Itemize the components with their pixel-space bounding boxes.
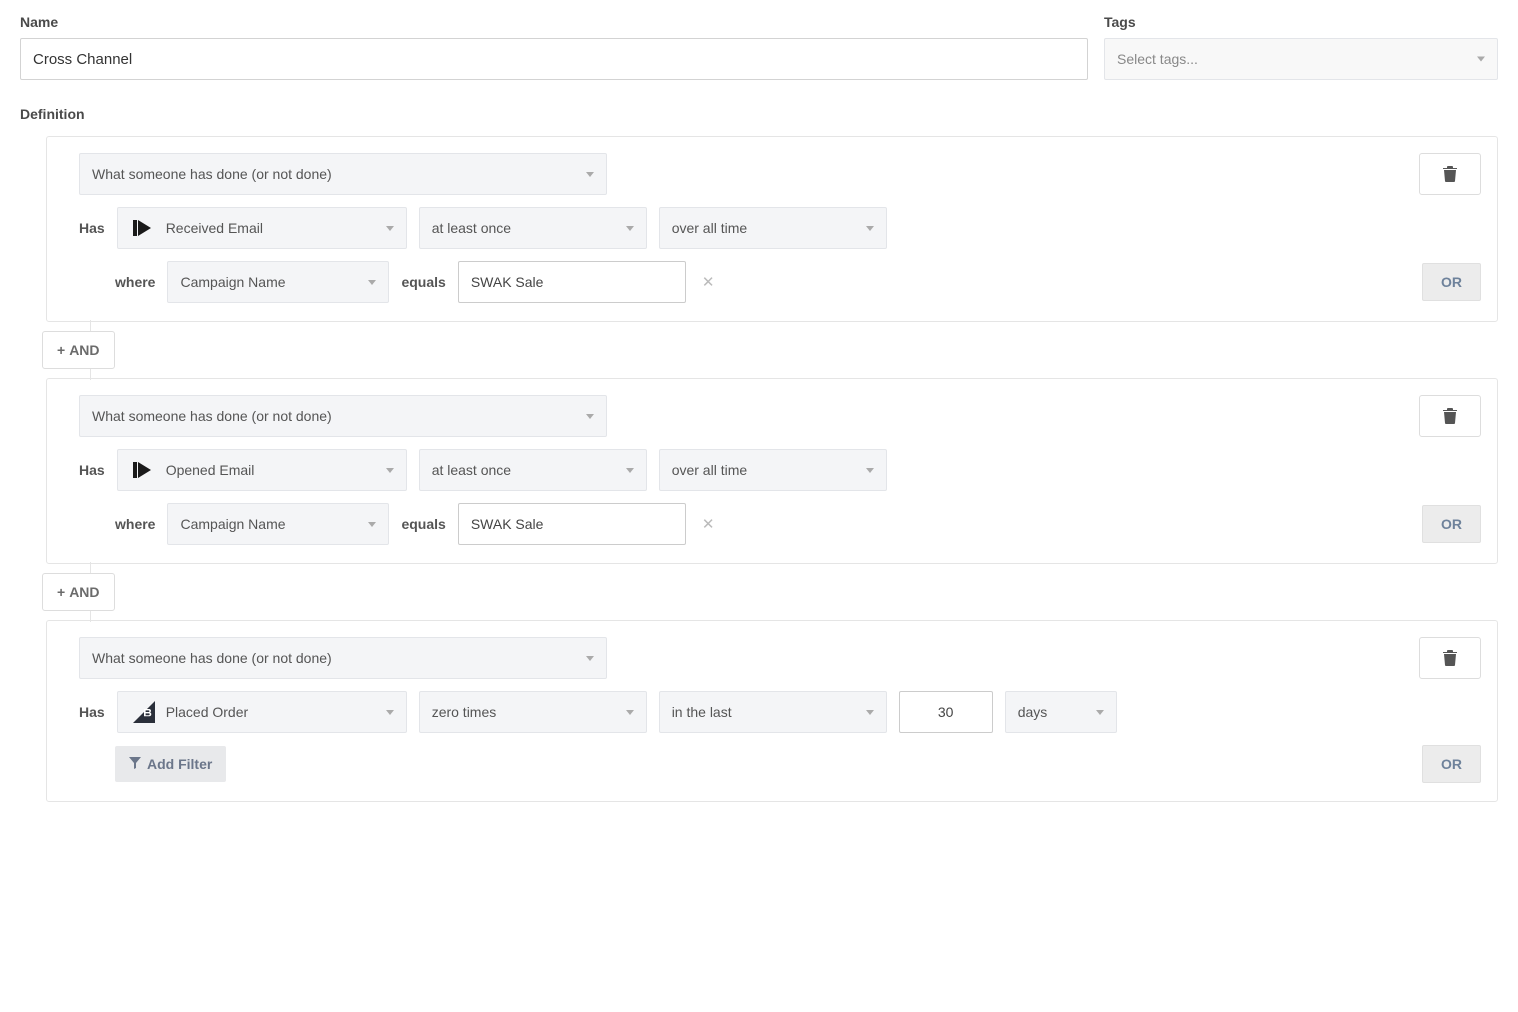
condition-type-value: What someone has done (or not done) bbox=[92, 408, 332, 424]
chevron-down-icon bbox=[386, 226, 394, 231]
chevron-down-icon bbox=[1096, 710, 1104, 715]
frequency-value: at least once bbox=[432, 220, 511, 236]
where-label: where bbox=[115, 516, 155, 532]
klaviyo-icon bbox=[130, 456, 158, 484]
chevron-down-icon bbox=[586, 414, 594, 419]
condition-card: What someone has done (or not done) Has … bbox=[46, 378, 1498, 564]
period-value: over all time bbox=[672, 462, 747, 478]
time-units-select[interactable]: days bbox=[1005, 691, 1117, 733]
condition-type-value: What someone has done (or not done) bbox=[92, 650, 332, 666]
chevron-down-icon bbox=[368, 280, 376, 285]
filter-value-input[interactable]: SWAK Sale bbox=[458, 503, 686, 545]
chevron-down-icon bbox=[626, 226, 634, 231]
property-value: Campaign Name bbox=[180, 516, 285, 532]
condition-type-select[interactable]: What someone has done (or not done) bbox=[79, 395, 607, 437]
chevron-down-icon bbox=[626, 468, 634, 473]
event-value: Opened Email bbox=[166, 462, 255, 478]
plus-icon: + bbox=[57, 342, 65, 358]
chevron-down-icon bbox=[866, 468, 874, 473]
has-label: Has bbox=[79, 704, 105, 720]
filter-value-input[interactable]: SWAK Sale bbox=[458, 261, 686, 303]
chevron-down-icon bbox=[368, 522, 376, 527]
or-button[interactable]: OR bbox=[1422, 505, 1481, 543]
and-label: AND bbox=[69, 584, 99, 600]
delete-condition-button[interactable] bbox=[1419, 395, 1481, 437]
klaviyo-icon bbox=[130, 214, 158, 242]
time-units-value: days bbox=[1018, 704, 1048, 720]
frequency-select[interactable]: at least once bbox=[419, 449, 647, 491]
condition-type-select[interactable]: What someone has done (or not done) bbox=[79, 637, 607, 679]
trash-icon bbox=[1443, 408, 1457, 424]
property-select[interactable]: Campaign Name bbox=[167, 261, 389, 303]
frequency-select[interactable]: zero times bbox=[419, 691, 647, 733]
chevron-down-icon bbox=[586, 172, 594, 177]
event-value: Received Email bbox=[166, 220, 263, 236]
condition-type-select[interactable]: What someone has done (or not done) bbox=[79, 153, 607, 195]
condition-card: What someone has done (or not done) Has … bbox=[46, 620, 1498, 802]
tags-label: Tags bbox=[1104, 14, 1498, 30]
period-value: over all time bbox=[672, 220, 747, 236]
property-select[interactable]: Campaign Name bbox=[167, 503, 389, 545]
chevron-down-icon bbox=[866, 226, 874, 231]
frequency-select[interactable]: at least once bbox=[419, 207, 647, 249]
event-select[interactable]: Placed Order bbox=[117, 691, 407, 733]
trash-icon bbox=[1443, 166, 1457, 182]
period-select[interactable]: over all time bbox=[659, 207, 887, 249]
add-filter-button[interactable]: Add Filter bbox=[115, 746, 226, 782]
equals-label: equals bbox=[401, 274, 445, 290]
condition-card: What someone has done (or not done) Has … bbox=[46, 136, 1498, 322]
period-value: in the last bbox=[672, 704, 732, 720]
property-value: Campaign Name bbox=[180, 274, 285, 290]
time-value-text: 30 bbox=[938, 704, 954, 720]
delete-condition-button[interactable] bbox=[1419, 637, 1481, 679]
definition-label: Definition bbox=[20, 106, 1498, 122]
where-label: where bbox=[115, 274, 155, 290]
tags-select[interactable]: Select tags... bbox=[1104, 38, 1498, 80]
delete-condition-button[interactable] bbox=[1419, 153, 1481, 195]
has-label: Has bbox=[79, 462, 105, 478]
frequency-value: at least once bbox=[432, 462, 511, 478]
condition-type-value: What someone has done (or not done) bbox=[92, 166, 332, 182]
filter-value-text: SWAK Sale bbox=[471, 274, 544, 290]
event-select[interactable]: Opened Email bbox=[117, 449, 407, 491]
filter-value-text: SWAK Sale bbox=[471, 516, 544, 532]
equals-label: equals bbox=[401, 516, 445, 532]
tags-placeholder: Select tags... bbox=[1117, 51, 1198, 67]
or-button[interactable]: OR bbox=[1422, 263, 1481, 301]
and-button[interactable]: +AND bbox=[42, 573, 115, 611]
plus-icon: + bbox=[57, 584, 65, 600]
or-button[interactable]: OR bbox=[1422, 745, 1481, 783]
event-select[interactable]: Received Email bbox=[117, 207, 407, 249]
event-value: Placed Order bbox=[166, 704, 248, 720]
bigcommerce-icon bbox=[130, 698, 158, 726]
chevron-down-icon bbox=[626, 710, 634, 715]
name-input[interactable] bbox=[20, 38, 1088, 80]
chevron-down-icon bbox=[1477, 57, 1485, 62]
add-filter-label: Add Filter bbox=[147, 756, 212, 772]
chevron-down-icon bbox=[866, 710, 874, 715]
and-button[interactable]: +AND bbox=[42, 331, 115, 369]
filter-icon bbox=[129, 756, 141, 772]
chevron-down-icon bbox=[586, 656, 594, 661]
remove-filter-button[interactable]: ✕ bbox=[698, 273, 719, 291]
has-label: Has bbox=[79, 220, 105, 236]
chevron-down-icon bbox=[386, 710, 394, 715]
time-value-input[interactable]: 30 bbox=[899, 691, 993, 733]
and-label: AND bbox=[69, 342, 99, 358]
period-select[interactable]: in the last bbox=[659, 691, 887, 733]
chevron-down-icon bbox=[386, 468, 394, 473]
remove-filter-button[interactable]: ✕ bbox=[698, 515, 719, 533]
name-label: Name bbox=[20, 14, 1088, 30]
frequency-value: zero times bbox=[432, 704, 497, 720]
trash-icon bbox=[1443, 650, 1457, 666]
period-select[interactable]: over all time bbox=[659, 449, 887, 491]
